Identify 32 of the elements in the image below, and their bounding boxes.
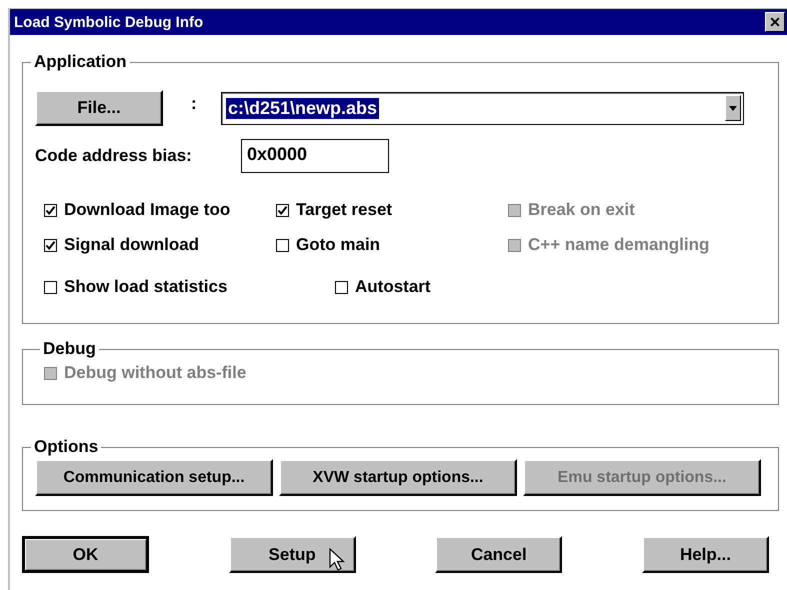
checkbox-label: C++ name demangling: [528, 235, 710, 255]
options-button[interactable]: Communication setup...: [35, 459, 273, 496]
checkbox-label: Signal download: [64, 235, 200, 255]
checkbox-label: Autostart: [355, 277, 431, 297]
group-title: Options: [33, 437, 100, 457]
options-button[interactable]: XVW startup options...: [279, 459, 517, 496]
checkbox[interactable]: [44, 204, 57, 216]
bias-label: Code address bias:: [35, 146, 193, 166]
checkbox-label: Debug without abs-file: [64, 363, 246, 383]
dialog-button[interactable]: Cancel: [435, 536, 562, 573]
checkbox-label: Break on exit: [528, 200, 635, 220]
checkbox-label: Download Image too: [64, 200, 230, 220]
group-title: Debug: [42, 339, 97, 359]
dialog-button[interactable]: Help...: [642, 536, 769, 573]
dropdown-icon[interactable]: [725, 95, 741, 121]
checkbox[interactable]: [276, 204, 289, 216]
close-button[interactable]: ×: [765, 12, 785, 32]
window-title: Load Symbolic Debug Info: [14, 14, 204, 30]
checkbox-label: Target reset: [296, 200, 392, 220]
group-title: Application: [33, 52, 128, 72]
checkbox[interactable]: [276, 238, 289, 252]
checkbox[interactable]: [44, 280, 57, 294]
file-combo-box[interactable]: c:\d251\newp.abs: [221, 92, 744, 124]
separator-label: :: [191, 94, 198, 114]
bias-input-field[interactable]: 0x0000: [241, 139, 389, 173]
checkbox-label: Goto main: [296, 235, 380, 255]
checkbox-label: Show load statistics: [64, 277, 228, 297]
dialog-button[interactable]: Setup: [228, 536, 356, 573]
file-button[interactable]: File...: [35, 90, 163, 126]
checkbox[interactable]: [44, 238, 57, 252]
dialog-button[interactable]: OK: [22, 536, 149, 573]
checkbox[interactable]: [335, 280, 348, 294]
